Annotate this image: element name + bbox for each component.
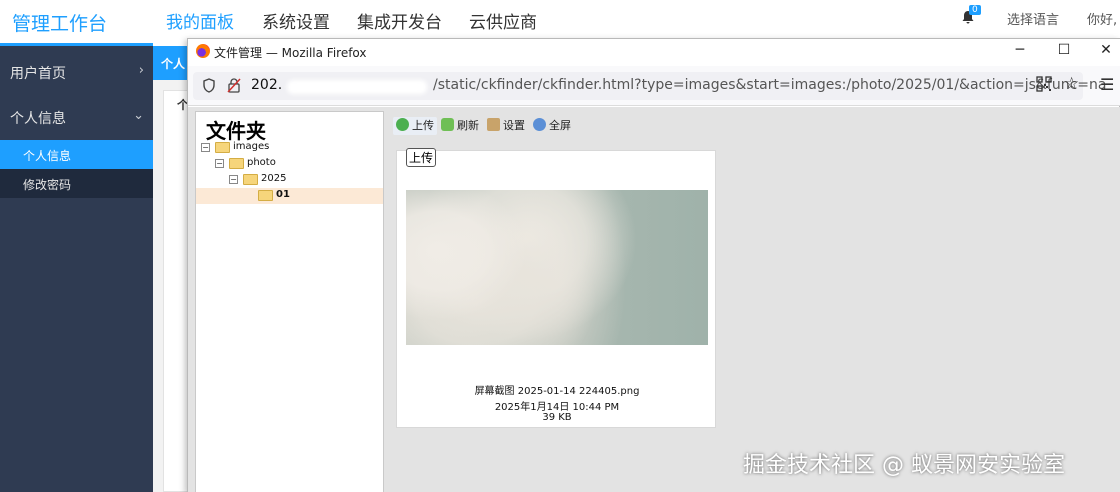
toolbar-upload-label: 上传 (412, 119, 434, 132)
nav-cloud-supplier[interactable]: 云供应商 (469, 8, 537, 33)
tree-item-2025[interactable]: − 2025 (196, 172, 383, 188)
upload-button[interactable]: 上传 (406, 148, 437, 167)
ckfinder-body: 文件夹 − images − photo − 2025 01 上传 刷新 设置 … (188, 107, 1120, 492)
folder-icon (215, 142, 230, 153)
sidebar: 用户首页 › 个人信息 ⌄ 个人信息 修改密码 (0, 46, 153, 492)
tree-item-01[interactable]: 01 (196, 188, 383, 204)
firefox-logo-icon (196, 44, 210, 58)
qr-code-icon[interactable] (1036, 76, 1052, 92)
tree-item-label: images (233, 141, 270, 152)
brand-logo-text[interactable]: 管理工作台 (0, 0, 153, 46)
address-field[interactable]: 202. /static/ckfinder/ckfinder.html?type… (193, 72, 1106, 100)
refresh-icon (441, 118, 454, 131)
hamburger-menu-icon[interactable]: ☰ (1100, 75, 1114, 94)
toolbar-fullscreen-label: 全屏 (549, 119, 571, 132)
ckfinder-toolbar: 上传 刷新 设置 全屏 (391, 111, 1120, 141)
watermark-text: 掘金技术社区 @ 蚁景网安实验室 (743, 453, 1065, 478)
url-path: /static/ckfinder/ckfinder.html?type=imag… (433, 77, 1107, 93)
tree-item-images[interactable]: − images (196, 140, 383, 156)
sidebar-subitem-change-password[interactable]: 修改密码 (0, 169, 153, 198)
folder-tree-panel: 文件夹 − images − photo − 2025 01 (195, 111, 384, 492)
file-date: 2025年1月14日 10:44 PM (494, 402, 620, 413)
nav-system-settings[interactable]: 系统设置 (262, 8, 330, 33)
file-list-area: 上传 屏幕截图 2025-01-14 224405.png 2025年1月14日… (391, 147, 1120, 492)
nav-my-panel[interactable]: 我的面板 (166, 8, 234, 33)
user-greeting[interactable]: 你好, (1087, 9, 1117, 28)
url-bar: 202. /static/ckfinder/ckfinder.html?type… (188, 66, 1120, 106)
collapse-toggle-icon[interactable]: − (229, 175, 238, 184)
file-size: 39 KB (542, 412, 572, 423)
toolbar-refresh-button[interactable]: 刷新 (441, 117, 479, 135)
maximize-button[interactable]: ☐ (1049, 42, 1079, 58)
file-thumbnail-card[interactable]: 上传 屏幕截图 2025-01-14 224405.png 2025年1月14日… (396, 148, 716, 428)
notification-badge: 0 (969, 5, 981, 15)
url-host: 202. (251, 77, 283, 93)
close-button[interactable]: ✕ (1091, 42, 1120, 58)
image-thumbnail[interactable] (406, 190, 708, 345)
firefox-window: 文件管理 — Mozilla Firefox ─ ☐ ✕ 202. /stati… (187, 38, 1120, 492)
toolbar-settings-label: 设置 (503, 119, 525, 132)
toolbar-upload-button[interactable]: 上传 (393, 117, 437, 135)
tree-item-label: 01 (276, 189, 290, 200)
window-title: 文件管理 — Mozilla Firefox (214, 46, 367, 60)
toolbar-fullscreen-button[interactable]: 全屏 (533, 117, 571, 135)
sidebar-subitem-personal-info[interactable]: 个人信息 (0, 140, 153, 169)
wrench-icon (487, 118, 500, 131)
sidebar-item-personal-info[interactable]: 个人信息 ⌄ (0, 108, 153, 128)
chevron-down-icon: ⌄ (133, 108, 144, 123)
bookmark-star-icon[interactable]: ☆ (1064, 74, 1079, 94)
file-name: 屏幕截图 2025-01-14 224405.png (474, 386, 640, 397)
sidebar-item-user-home[interactable]: 用户首页 › (0, 63, 153, 83)
globe-icon (533, 118, 546, 131)
sidebar-item-label: 个人信息 (10, 111, 66, 127)
folder-icon (229, 158, 244, 169)
tree-item-label: photo (247, 157, 276, 168)
folder-icon (243, 174, 258, 185)
toolbar-settings-button[interactable]: 设置 (487, 117, 525, 135)
minimize-button[interactable]: ─ (1005, 42, 1035, 58)
chevron-right-icon: › (138, 63, 144, 78)
insecure-lock-icon[interactable] (227, 77, 241, 97)
nav-integrated-dev[interactable]: 集成开发台 (357, 8, 442, 33)
upload-plus-icon (396, 118, 409, 131)
tree-item-photo[interactable]: − photo (196, 156, 383, 172)
toolbar-refresh-label: 刷新 (457, 119, 479, 132)
sidebar-item-label: 用户首页 (10, 66, 66, 82)
collapse-toggle-icon[interactable]: − (201, 143, 210, 152)
window-title-bar[interactable]: 文件管理 — Mozilla Firefox ─ ☐ ✕ (188, 39, 1120, 66)
collapse-toggle-icon[interactable]: − (215, 159, 224, 168)
shield-icon[interactable] (202, 78, 216, 97)
folder-icon (258, 190, 273, 201)
top-navigation-bar: 管理工作台 我的面板 系统设置 集成开发台 云供应商 0 选择语言 你好, (0, 0, 1120, 46)
tree-item-label: 2025 (261, 173, 287, 184)
redacted-url-segment (287, 80, 427, 94)
language-selector[interactable]: 选择语言 (1007, 9, 1059, 28)
